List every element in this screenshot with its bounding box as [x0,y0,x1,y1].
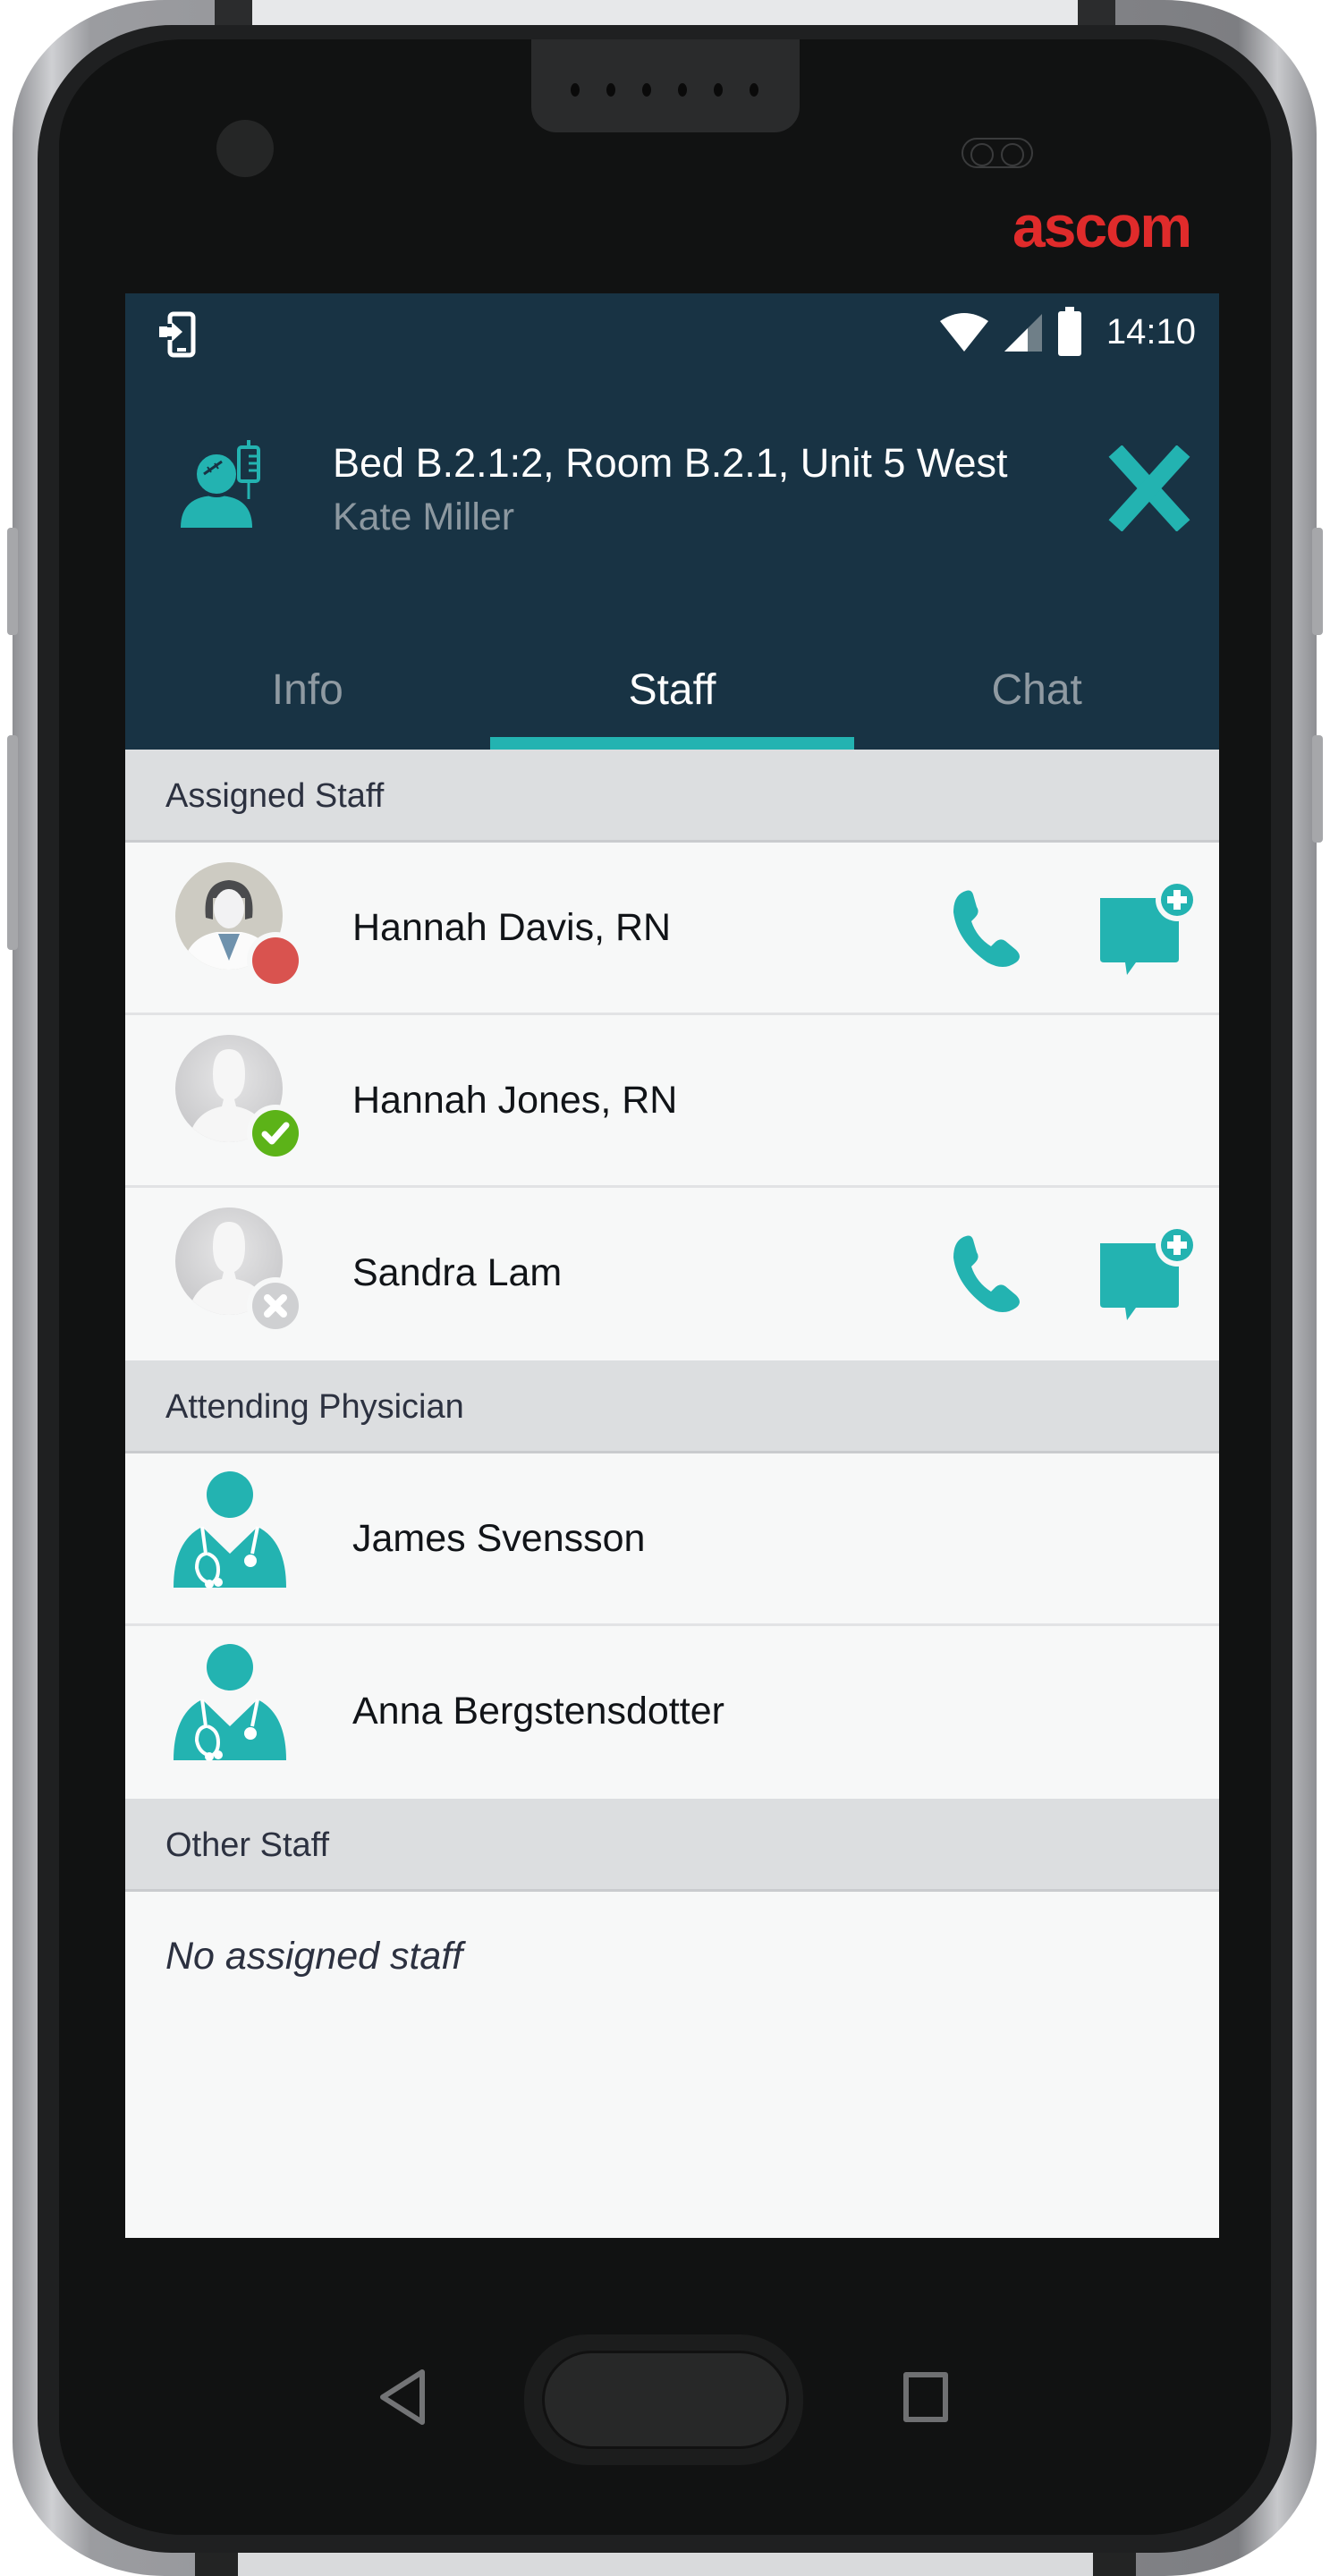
patient-header: Bed B.2.1:2, Room B.2.1, Unit 5 West Kat… [125,428,1219,538]
app-header: 14:10 Bed B.2.1:2, Room B.2.1, Unit 5 We… [125,293,1219,750]
presence-offline-badge [247,1277,304,1335]
doctor-icon [174,1471,286,1589]
speaker-dot [714,83,723,97]
side-button-left-lower[interactable] [7,735,18,950]
status-icons: 14:10 [938,307,1196,356]
presence-available-badge [247,1105,304,1162]
home-button[interactable] [542,2351,789,2449]
back-icon[interactable] [376,2368,429,2426]
new-message-icon[interactable] [1093,1220,1200,1327]
empty-state-text: No assigned staff [165,1935,463,1978]
wifi-icon [939,313,988,352]
speaker-dot [571,83,580,97]
side-button-left-upper[interactable] [7,528,18,635]
tab-bar: Info Staff Chat [125,644,1219,750]
speaker-dot [642,83,651,97]
front-camera [216,120,274,177]
speaker-dot [678,83,687,97]
battery-icon [1057,307,1081,356]
section-header-other-staff: Other Staff [125,1799,1219,1892]
staff-row[interactable]: Hannah Davis, RN [125,843,1219,1015]
tab-info[interactable]: Info [125,644,490,750]
proximity-sensor [961,138,1033,168]
physician-row[interactable]: Anna Bergstensdotter [125,1626,1219,1799]
brand-logo: ascom [1012,193,1192,259]
screen: 14:10 Bed B.2.1:2, Room B.2.1, Unit 5 We… [125,293,1219,2238]
side-button-right-upper[interactable] [1312,528,1323,635]
status-bar: 14:10 [125,293,1219,367]
close-icon[interactable] [1106,445,1192,531]
physician-name: Anna Bergstensdotter [352,1690,724,1733]
patient-iv-icon [181,440,260,528]
staff-list: Assigned Staff Hannah Davis, RN Hannah J… [125,750,1219,1979]
phone-login-icon [159,311,196,358]
new-message-icon[interactable] [1093,875,1200,982]
phone-icon[interactable] [948,886,1029,971]
physician-name: James Svensson [352,1517,646,1560]
doctor-icon [174,1644,286,1761]
cellular-signal-icon [1004,314,1042,352]
patient-location: Bed B.2.1:2, Room B.2.1, Unit 5 West [333,440,1008,486]
staff-name: Hannah Davis, RN [352,906,672,949]
phone-icon[interactable] [948,1231,1029,1317]
presence-busy-badge [247,932,304,989]
staff-row[interactable]: Hannah Jones, RN [125,1015,1219,1188]
speaker-dot [750,83,758,97]
patient-name: Kate Miller [333,496,515,538]
section-header-assigned-staff: Assigned Staff [125,750,1219,843]
staff-row[interactable]: Sandra Lam [125,1188,1219,1360]
clock: 14:10 [1106,311,1196,352]
tab-staff[interactable]: Staff [489,644,855,750]
staff-name: Hannah Jones, RN [352,1079,678,1122]
recent-apps-icon[interactable] [903,2372,948,2422]
speaker-dot [606,83,615,97]
section-header-attending-physician: Attending Physician [125,1360,1219,1453]
side-button-right-lower[interactable] [1312,735,1323,843]
physician-row[interactable]: James Svensson [125,1453,1219,1626]
staff-name: Sandra Lam [352,1251,563,1294]
tab-chat[interactable]: Chat [854,644,1219,750]
